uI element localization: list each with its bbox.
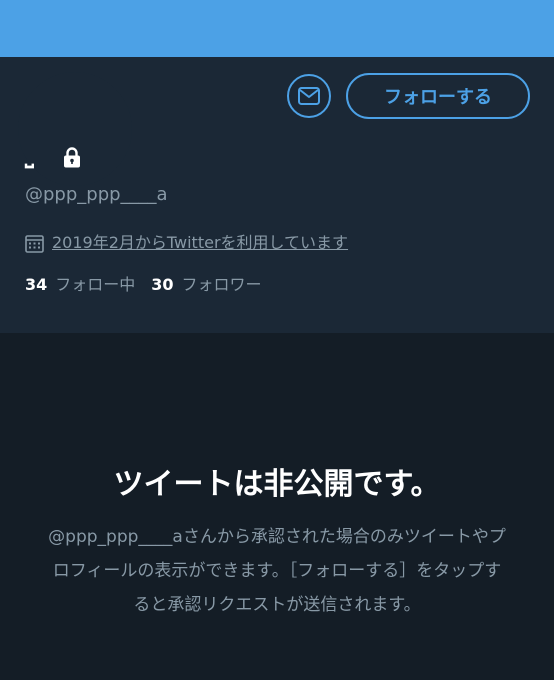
followers-label: フォロワー: [181, 275, 262, 294]
following-count: 34: [25, 275, 48, 294]
protected-title: ツイートは非公開です。: [113, 467, 441, 502]
profile-handle: @ppp_ppp____a: [25, 184, 168, 205]
joined-date-link[interactable]: 2019年2月からTwitterを利用しています: [52, 231, 348, 255]
following-label: フォロー中: [55, 275, 136, 294]
profile-banner[interactable]: [0, 0, 554, 57]
followers-stat[interactable]: 30 フォロワー: [151, 273, 261, 297]
profile-actions: フォローする: [287, 73, 530, 119]
follow-stats: 34 フォロー中 30 フォロワー: [25, 273, 262, 297]
follow-button[interactable]: フォローする: [346, 73, 530, 119]
calendar-icon: [25, 234, 44, 253]
direct-message-button[interactable]: [287, 74, 331, 118]
display-name: ⎵: [25, 144, 34, 169]
following-stat[interactable]: 34 フォロー中: [25, 273, 135, 297]
envelope-icon: [298, 87, 320, 105]
profile-name-row: ⎵: [25, 144, 83, 170]
followers-count: 30: [151, 275, 174, 294]
protected-description: @ppp_ppp____aさんから承認された場合のみツイートやプロフィールの表示…: [48, 527, 506, 615]
lock-icon: [64, 147, 80, 168]
joined-date-row: 2019年2月からTwitterを利用しています: [25, 231, 348, 255]
protected-tweets-notice: ツイートは非公開です。 @ppp_ppp____aさんから承認された場合のみツイ…: [0, 333, 554, 680]
